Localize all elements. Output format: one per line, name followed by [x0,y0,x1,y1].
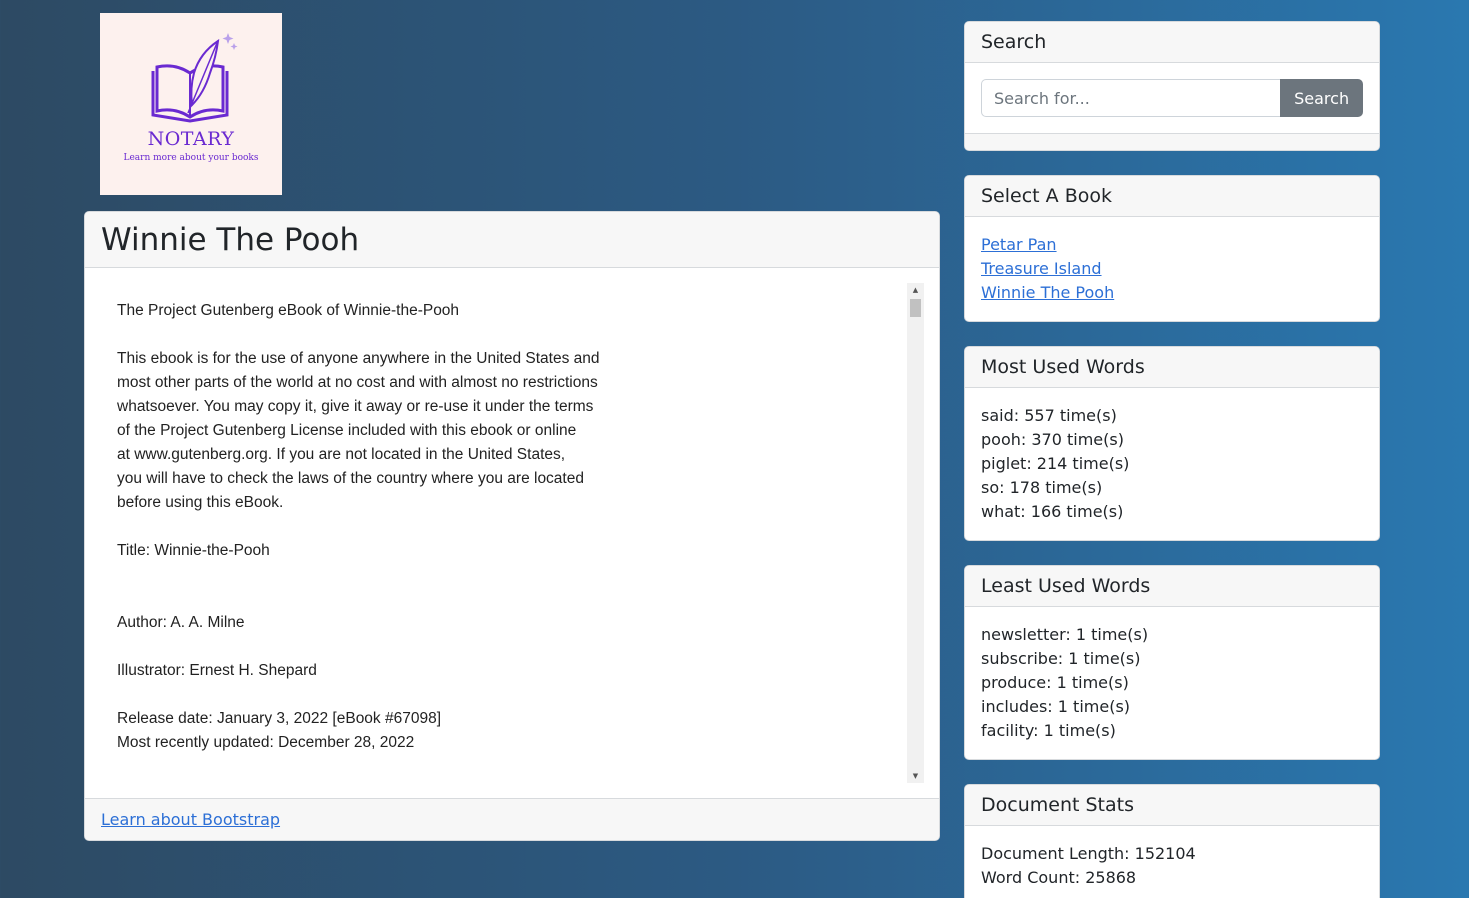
document-length: Document Length: 152104 [981,844,1196,863]
most-used-title: Most Used Words [981,356,1145,378]
logo-subtitle: Learn more about your books [123,153,259,163]
scroll-up-arrow-icon[interactable]: ▲ [907,283,924,297]
book-link-winnie-the-pooh[interactable]: Winnie The Pooh [981,281,1363,305]
list-item: subscribe: 1 time(s) [981,649,1141,668]
list-item: produce: 1 time(s) [981,673,1129,692]
book-quill-icon [151,33,238,123]
search-card-footer [965,133,1379,150]
search-card-header: Search [965,22,1379,63]
document-stats-list: Document Length: 152104 Word Count: 2586… [965,826,1379,898]
document-stats-card: Document Stats Document Length: 152104 W… [964,784,1380,898]
search-card: Search Search [964,21,1380,151]
search-card-title: Search [981,31,1047,53]
book-text: The Project Gutenberg eBook of Winnie-th… [117,302,600,751]
list-item: said: 557 time(s) [981,406,1117,425]
list-item: piglet: 214 time(s) [981,454,1130,473]
book-title: Winnie The Pooh [101,221,360,258]
select-book-header: Select A Book [965,176,1379,217]
least-used-list: newsletter: 1 time(s) subscribe: 1 time(… [965,607,1379,759]
list-item: pooh: 370 time(s) [981,430,1124,449]
book-list: Petar Pan Treasure Island Winnie The Poo… [965,217,1379,321]
book-text-area[interactable]: The Project Gutenberg eBook of Winnie-th… [101,283,924,783]
site-logo: NOTARY Learn more about your books [100,13,282,195]
list-item: includes: 1 time(s) [981,697,1131,716]
search-input[interactable] [981,79,1281,117]
book-text-scrollbar[interactable]: ▲ ▼ [907,283,924,783]
least-used-words-card: Least Used Words newsletter: 1 time(s) s… [964,565,1380,760]
scroll-thumb[interactable] [910,299,921,317]
list-item: newsletter: 1 time(s) [981,625,1149,644]
most-used-list: said: 557 time(s) pooh: 370 time(s) pigl… [965,388,1379,540]
list-item: facility: 1 time(s) [981,721,1116,740]
document-stats-title: Document Stats [981,794,1134,816]
book-link-treasure-island[interactable]: Treasure Island [981,257,1363,281]
search-row: Search [965,63,1379,133]
search-button[interactable]: Search [1280,79,1363,117]
book-card-header: Winnie The Pooh [85,212,939,268]
book-link-petar-pan[interactable]: Petar Pan [981,233,1363,257]
list-item: what: 166 time(s) [981,502,1124,521]
select-book-title: Select A Book [981,185,1112,207]
least-used-header: Least Used Words [965,566,1379,607]
book-card: Winnie The Pooh The Project Gutenberg eB… [84,211,940,841]
list-item: so: 178 time(s) [981,478,1103,497]
scroll-down-arrow-icon[interactable]: ▼ [907,769,924,783]
document-stats-header: Document Stats [965,785,1379,826]
logo-title: NOTARY [147,128,235,150]
most-used-header: Most Used Words [965,347,1379,388]
select-book-card: Select A Book Petar Pan Treasure Island … [964,175,1380,322]
most-used-words-card: Most Used Words said: 557 time(s) pooh: … [964,346,1380,541]
book-card-footer: Learn about Bootstrap [85,798,939,840]
learn-bootstrap-link[interactable]: Learn about Bootstrap [101,810,280,829]
least-used-title: Least Used Words [981,575,1151,597]
word-count: Word Count: 25868 [981,868,1137,887]
